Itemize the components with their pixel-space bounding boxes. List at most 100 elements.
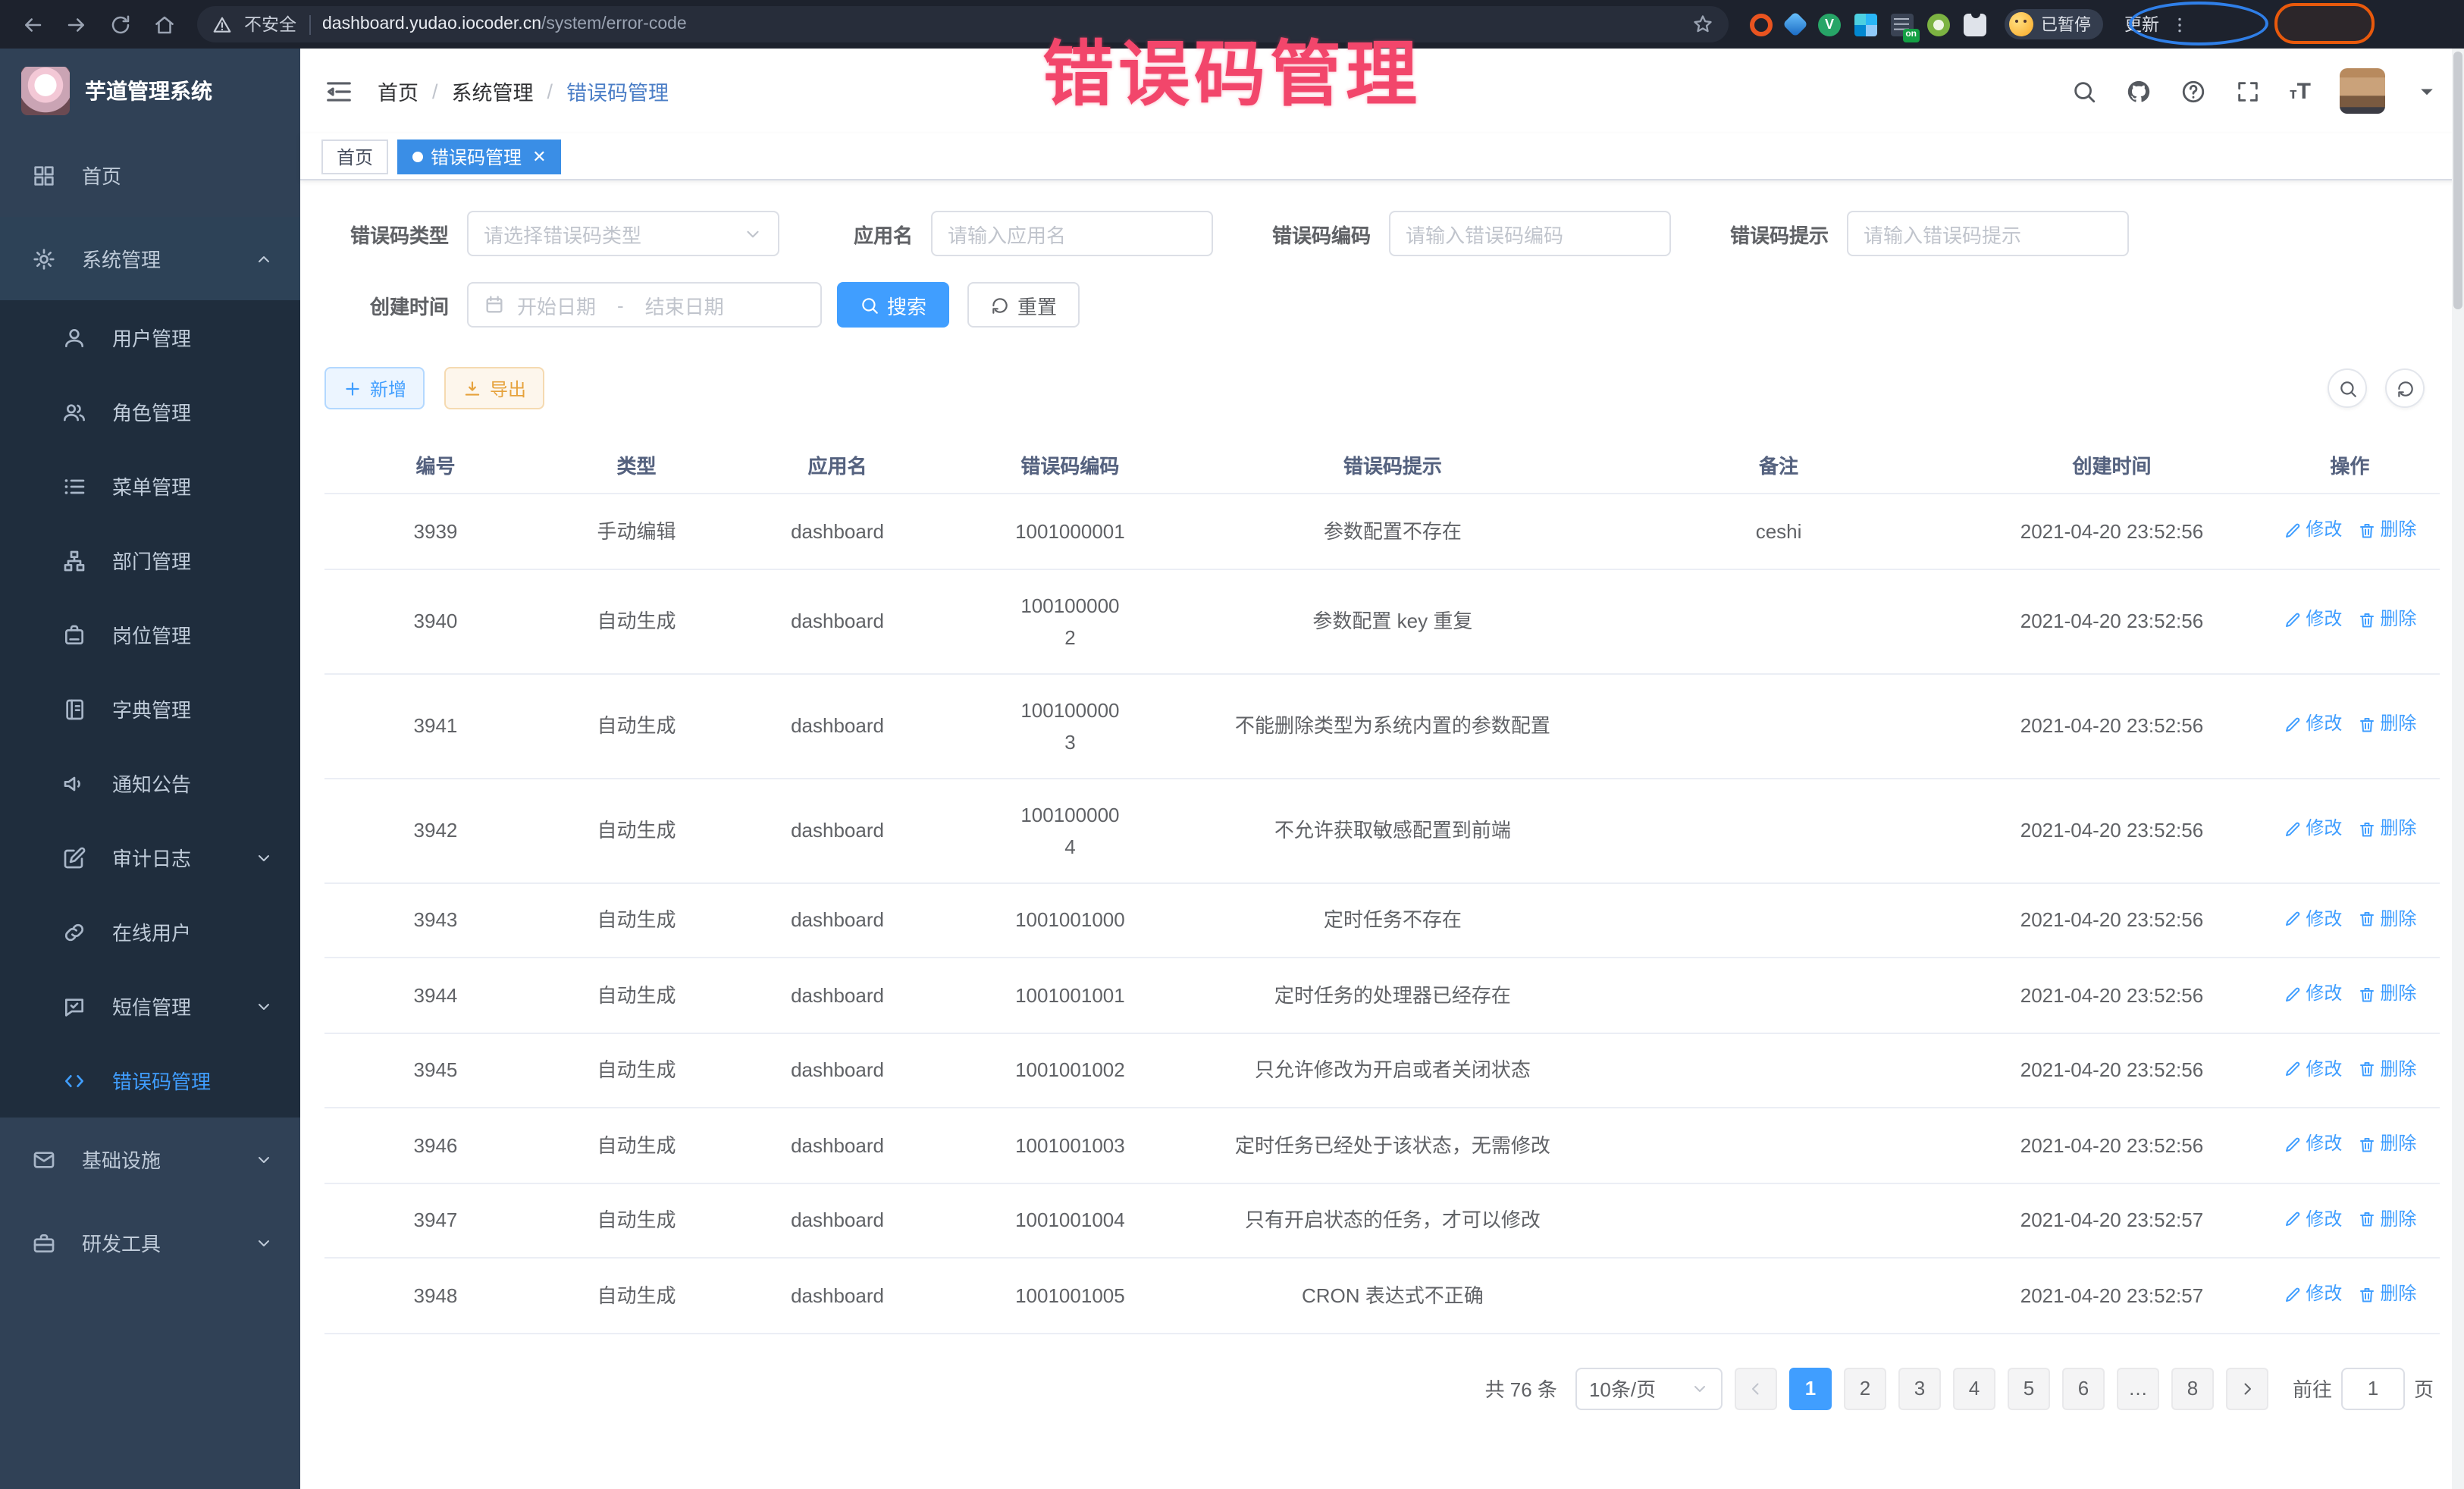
edit-row-button[interactable]: 修改 <box>2283 604 2342 636</box>
help-icon[interactable] <box>2180 78 2206 104</box>
extension-icon[interactable] <box>1927 13 1950 36</box>
table-row[interactable]: 3944自动生成dashboard1001001001定时任务的处理器已经存在2… <box>324 958 2440 1033</box>
sidebar-item-短信管理[interactable]: 短信管理 <box>0 969 300 1043</box>
browser-home-icon[interactable] <box>153 13 176 36</box>
browser-menu-icon[interactable] <box>2170 14 2190 34</box>
extension-icon[interactable] <box>1891 13 1914 36</box>
table-row[interactable]: 3939手动编辑dashboard1001000001参数配置不存在ceshi2… <box>324 494 2440 569</box>
edit-row-button[interactable]: 修改 <box>2283 813 2342 845</box>
breadcrumb-home[interactable]: 首页 <box>378 76 419 106</box>
edit-row-button[interactable]: 修改 <box>2283 903 2342 935</box>
delete-row-button[interactable]: 删除 <box>2357 903 2416 935</box>
error-code-input[interactable]: 请输入错误码编码 <box>1389 211 1671 256</box>
pager-ellipsis[interactable]: … <box>2117 1367 2159 1409</box>
add-button[interactable]: 新增 <box>324 367 425 409</box>
sidebar-item-系统管理[interactable]: 系统管理 <box>0 217 300 300</box>
sidebar-item-审计日志[interactable]: 审计日志 <box>0 820 300 895</box>
sidebar-toggle-icon[interactable] <box>324 77 353 105</box>
export-button[interactable]: 导出 <box>444 367 544 409</box>
page-button-8[interactable]: 8 <box>2171 1367 2214 1409</box>
next-page-button[interactable] <box>2226 1367 2268 1409</box>
prev-page-button[interactable] <box>1735 1367 1777 1409</box>
table-row[interactable]: 3948自动生成dashboard1001001005CRON 表达式不正确20… <box>324 1258 2440 1333</box>
github-icon[interactable] <box>2126 78 2152 104</box>
fullscreen-icon[interactable] <box>2235 78 2261 104</box>
header-search-icon[interactable] <box>2071 78 2097 104</box>
page-url[interactable]: dashboard.yudao.iocoder.cn/system/error-… <box>322 15 687 33</box>
delete-row-button[interactable]: 删除 <box>2357 1053 2416 1085</box>
user-menu-caret-icon[interactable] <box>2414 78 2440 104</box>
table-row[interactable]: 3946自动生成dashboard1001001003定时任务已经处于该状态，无… <box>324 1108 2440 1183</box>
sidebar-item-菜单管理[interactable]: 菜单管理 <box>0 449 300 523</box>
user-avatar[interactable] <box>2340 68 2385 114</box>
sidebar-item-字典管理[interactable]: 字典管理 <box>0 672 300 746</box>
edit-row-button[interactable]: 修改 <box>2283 514 2342 546</box>
sidebar-item-岗位管理[interactable]: 岗位管理 <box>0 597 300 672</box>
sidebar-item-错误码管理[interactable]: 错误码管理 <box>0 1043 300 1118</box>
browser-forward-icon[interactable] <box>65 13 88 36</box>
breadcrumb-system[interactable]: 系统管理 <box>452 76 534 106</box>
font-size-icon[interactable]: тT <box>2290 78 2311 104</box>
sidebar-item-通知公告[interactable]: 通知公告 <box>0 746 300 820</box>
table-row[interactable]: 3947自动生成dashboard1001001004只有开启状态的任务，才可以… <box>324 1183 2440 1258</box>
page-button-5[interactable]: 5 <box>2008 1367 2050 1409</box>
delete-row-button[interactable]: 删除 <box>2357 709 2416 741</box>
sidebar-item-在线用户[interactable]: 在线用户 <box>0 895 300 969</box>
error-message-input[interactable]: 请输入错误码提示 <box>1847 211 2129 256</box>
extensions-puzzle-icon[interactable] <box>1964 13 1986 36</box>
page-button-3[interactable]: 3 <box>1898 1367 1941 1409</box>
delete-row-button[interactable]: 删除 <box>2357 604 2416 636</box>
tag-close-icon[interactable]: ✕ <box>532 146 546 166</box>
edit-row-button[interactable]: 修改 <box>2283 1278 2342 1310</box>
search-button[interactable]: 搜索 <box>837 282 949 328</box>
delete-row-button[interactable]: 删除 <box>2357 514 2416 546</box>
extension-icon[interactable]: V <box>1818 13 1841 36</box>
page-button-6[interactable]: 6 <box>2062 1367 2105 1409</box>
sidebar-item-研发工具[interactable]: 研发工具 <box>0 1201 300 1284</box>
browser-back-icon[interactable] <box>21 13 44 36</box>
delete-row-button[interactable]: 删除 <box>2357 1278 2416 1310</box>
app-name-input[interactable]: 请输入应用名 <box>931 211 1213 256</box>
sidebar-item-部门管理[interactable]: 部门管理 <box>0 523 300 597</box>
bookmark-star-icon[interactable] <box>1692 14 1713 35</box>
table-row[interactable]: 3943自动生成dashboard1001001000定时任务不存在2021-0… <box>324 882 2440 958</box>
extension-icon[interactable] <box>1854 13 1877 36</box>
sidebar-item-首页[interactable]: 首页 <box>0 133 300 217</box>
sidebar-item-角色管理[interactable]: 角色管理 <box>0 375 300 449</box>
jump-page-input[interactable]: 1 <box>2341 1367 2405 1409</box>
edit-row-button[interactable]: 修改 <box>2283 1053 2342 1085</box>
reset-button[interactable]: 重置 <box>967 282 1080 328</box>
page-button-1[interactable]: 1 <box>1789 1367 1832 1409</box>
refresh-table-button[interactable] <box>2385 368 2425 408</box>
extension-icon[interactable] <box>1750 13 1773 36</box>
page-size-select[interactable]: 10条/页 <box>1575 1367 1723 1409</box>
page-button-2[interactable]: 2 <box>1844 1367 1886 1409</box>
table-row[interactable]: 3940自动生成dashboard100100000 2参数配置 key 重复2… <box>324 569 2440 673</box>
browser-profile-chip[interactable]: 已暂停 <box>2005 9 2103 39</box>
browser-update-button[interactable]: 更新 <box>2124 12 2159 36</box>
tag-home[interactable]: 首页 <box>321 139 388 174</box>
table-row[interactable]: 3942自动生成dashboard100100000 4不允许获取敏感配置到前端… <box>324 778 2440 882</box>
delete-row-button[interactable]: 删除 <box>2357 978 2416 1010</box>
scrollbar-track[interactable] <box>2452 49 2464 1489</box>
scrollbar-thumb[interactable] <box>2453 52 2462 309</box>
extension-icon[interactable] <box>1782 11 1808 37</box>
delete-row-button[interactable]: 删除 <box>2357 813 2416 845</box>
error-type-select[interactable]: 请选择错误码类型 <box>467 211 779 256</box>
address-bar[interactable]: 不安全 dashboard.yudao.iocoder.cn/system/er… <box>197 6 1729 42</box>
tag-error-code[interactable]: 错误码管理 ✕ <box>397 139 561 174</box>
date-range-picker[interactable]: 开始日期 - 结束日期 <box>467 282 822 328</box>
delete-row-button[interactable]: 删除 <box>2357 1128 2416 1160</box>
edit-row-button[interactable]: 修改 <box>2283 1128 2342 1160</box>
table-row[interactable]: 3945自动生成dashboard1001001002只允许修改为开启或者关闭状… <box>324 1033 2440 1108</box>
page-button-4[interactable]: 4 <box>1953 1367 1995 1409</box>
delete-row-button[interactable]: 删除 <box>2357 1203 2416 1235</box>
table-row[interactable]: 3941自动生成dashboard100100000 3不能删除类型为系统内置的… <box>324 673 2440 778</box>
show-search-toggle-button[interactable] <box>2328 368 2367 408</box>
sidebar-item-用户管理[interactable]: 用户管理 <box>0 300 300 375</box>
sidebar-item-基础设施[interactable]: 基础设施 <box>0 1118 300 1201</box>
edit-row-button[interactable]: 修改 <box>2283 978 2342 1010</box>
edit-row-button[interactable]: 修改 <box>2283 709 2342 741</box>
sidebar-logo[interactable]: 芋道管理系统 <box>0 49 300 133</box>
edit-row-button[interactable]: 修改 <box>2283 1203 2342 1235</box>
